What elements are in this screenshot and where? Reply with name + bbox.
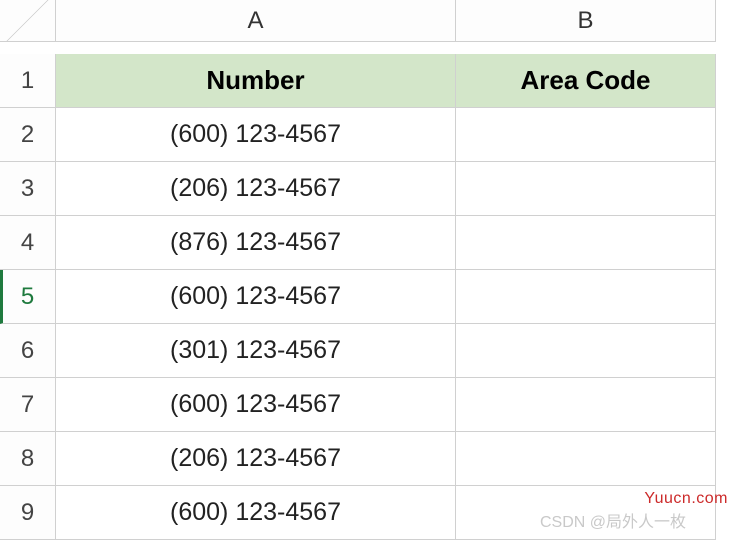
cell-A6[interactable]: (301) 123-4567 xyxy=(56,324,456,378)
watermark-site: Yuucn.com xyxy=(644,490,728,508)
cell-A2[interactable]: (600) 123-4567 xyxy=(56,108,456,162)
cell-A9[interactable]: (600) 123-4567 xyxy=(56,486,456,540)
column-header-A[interactable]: A xyxy=(56,0,456,42)
cell-B3[interactable] xyxy=(456,162,716,216)
header-cell-number[interactable]: Number xyxy=(56,54,456,108)
spreadsheet-grid: A B 1 Number Area Code 2 (600) 123-4567 … xyxy=(0,0,746,540)
cell-B8[interactable] xyxy=(456,432,716,486)
select-all-corner[interactable] xyxy=(0,0,56,42)
watermark-author: CSDN @局外人一枚 xyxy=(540,508,686,532)
row-header-7[interactable]: 7 xyxy=(0,378,56,432)
row-header-1[interactable]: 1 xyxy=(0,54,56,108)
row-header-2[interactable]: 2 xyxy=(0,108,56,162)
cell-B2[interactable] xyxy=(456,108,716,162)
cell-A4[interactable]: (876) 123-4567 xyxy=(56,216,456,270)
cell-A7[interactable]: (600) 123-4567 xyxy=(56,378,456,432)
row-header-4[interactable]: 4 xyxy=(0,216,56,270)
cell-A3[interactable]: (206) 123-4567 xyxy=(56,162,456,216)
row-header-9[interactable]: 9 xyxy=(0,486,56,540)
column-header-B[interactable]: B xyxy=(456,0,716,42)
cell-B7[interactable] xyxy=(456,378,716,432)
cell-A5[interactable]: (600) 123-4567 xyxy=(56,270,456,324)
cell-B4[interactable] xyxy=(456,216,716,270)
row-header-8[interactable]: 8 xyxy=(0,432,56,486)
cell-B6[interactable] xyxy=(456,324,716,378)
cell-A8[interactable]: (206) 123-4567 xyxy=(56,432,456,486)
row-header-5[interactable]: 5 xyxy=(0,270,56,324)
row-header-3[interactable]: 3 xyxy=(0,162,56,216)
row-header-6[interactable]: 6 xyxy=(0,324,56,378)
cell-B5[interactable] xyxy=(456,270,716,324)
header-cell-areacode[interactable]: Area Code xyxy=(456,54,716,108)
